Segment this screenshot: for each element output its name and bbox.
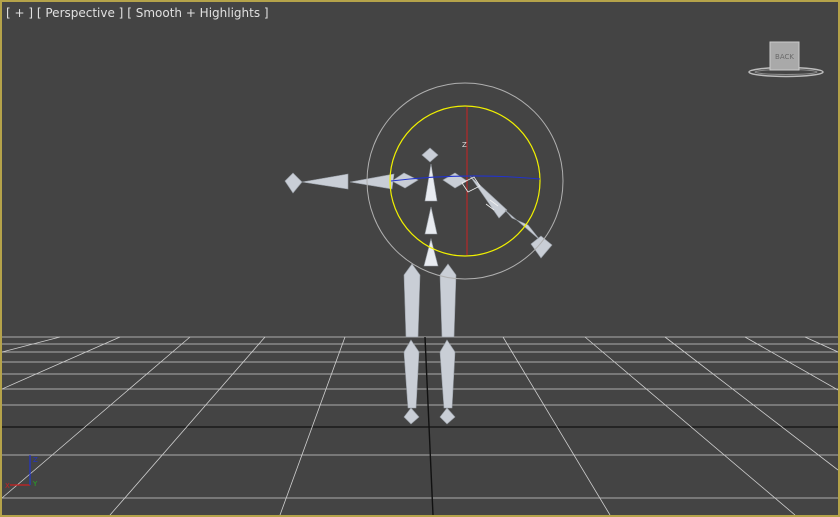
- hand-bone: [530, 235, 553, 259]
- axis-z-label: Z: [33, 456, 38, 464]
- viewcube[interactable]: BACK: [748, 41, 824, 78]
- axis-x-label: X: [5, 482, 10, 490]
- home-grid: [2, 336, 838, 515]
- forearm-bone: [301, 173, 349, 190]
- thigh-bone: [403, 263, 421, 338]
- foot-bone: [403, 407, 420, 425]
- forearm-bone: [504, 209, 541, 241]
- calf-bone: [403, 339, 420, 409]
- perspective-viewport[interactable]: [ + ] [ Perspective ] [ Smooth + Highlig…: [0, 0, 840, 517]
- axis-tripod: X Y Z: [5, 455, 38, 490]
- spine-bone: [424, 206, 438, 235]
- head-bone: [421, 147, 439, 163]
- scene-canvas[interactable]: BACK Z X Y Z: [2, 2, 838, 515]
- hand-bone: [284, 172, 303, 194]
- thigh-bone: [439, 263, 457, 338]
- foot-bone: [439, 407, 456, 425]
- calf-bone: [439, 339, 456, 409]
- biped-skeleton[interactable]: [284, 147, 553, 425]
- pelvis-bone: [423, 237, 439, 267]
- viewcube-face-label[interactable]: BACK: [775, 53, 794, 61]
- axis-y-label: Y: [32, 480, 38, 488]
- gizmo-axis-label: Z: [462, 141, 467, 149]
- upper-arm-bone: [349, 173, 395, 190]
- upper-arm-bone: [469, 175, 508, 219]
- spine-bone: [424, 163, 438, 202]
